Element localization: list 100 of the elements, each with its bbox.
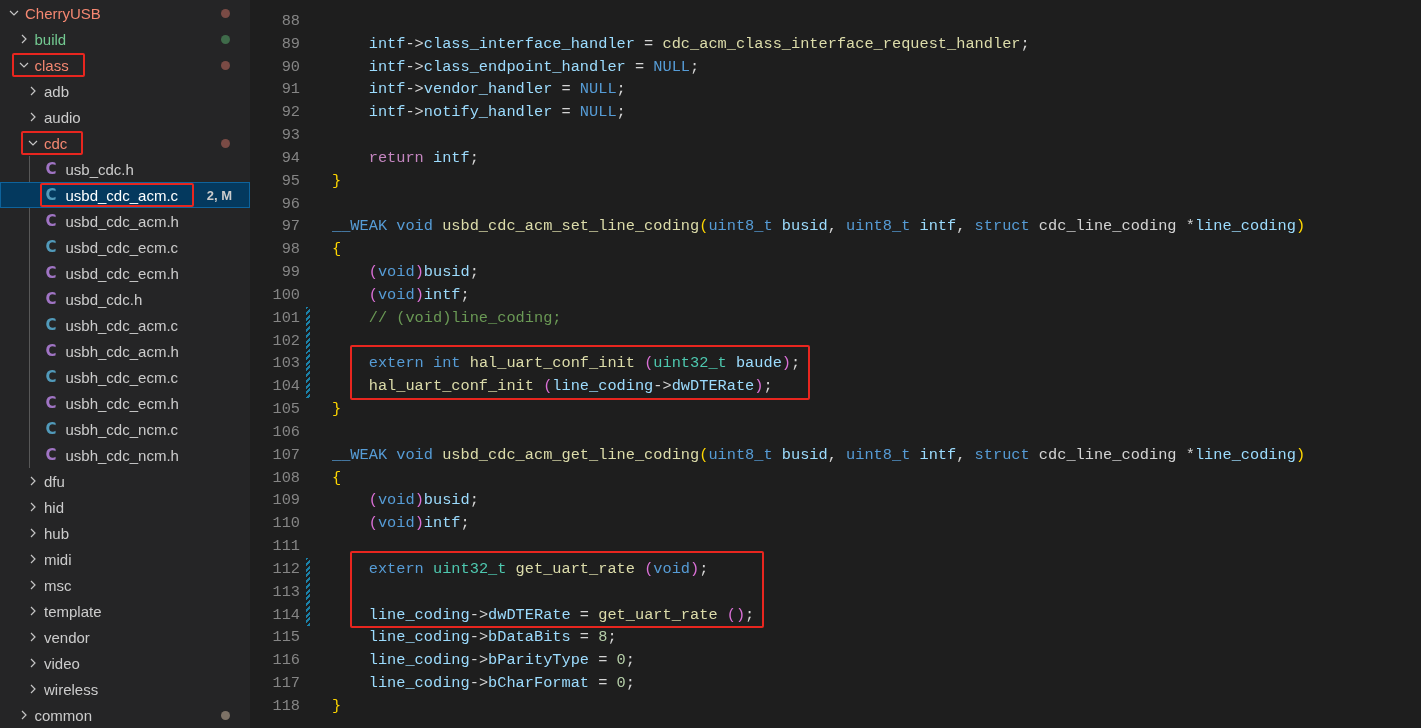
c-file-icon: C bbox=[45, 264, 58, 282]
c-file-icon: C bbox=[45, 368, 58, 386]
tree-row[interactable]: hub bbox=[0, 520, 250, 546]
c-file-icon: C bbox=[45, 160, 58, 178]
code-line: line_coding->bParityType = 0; bbox=[367, 651, 635, 670]
code-line: intf->vendor_handler = NULL; bbox=[367, 80, 626, 99]
line-number: 107 bbox=[271, 444, 300, 466]
tree-row[interactable]: C usbh_cdc_ncm.h bbox=[0, 442, 250, 468]
code-line: line_coding->dwDTERate = get_uart_rate (); bbox=[367, 605, 755, 624]
file-status-label: 2, M bbox=[206, 187, 232, 203]
line-number: 116 bbox=[271, 650, 300, 672]
c-file-icon: C bbox=[45, 342, 58, 360]
line-number: 102 bbox=[271, 330, 300, 352]
code-line: intf->class_interface_handler = cdc_acm_class_interface_request_handler; bbox=[367, 34, 1030, 53]
line-number: 115 bbox=[271, 627, 300, 649]
line-number: 113 bbox=[271, 581, 300, 603]
line-number: 118 bbox=[271, 695, 300, 717]
tree-row[interactable]: wireless bbox=[0, 676, 250, 702]
line-number: 91 bbox=[280, 79, 300, 101]
c-file-icon: C bbox=[45, 420, 58, 438]
tree-item-label: usbd_cdc_ecm.h bbox=[65, 264, 179, 282]
code-line: { bbox=[332, 240, 342, 259]
c-file-icon: C bbox=[45, 238, 58, 256]
tree-row[interactable]: vendor bbox=[0, 624, 250, 650]
tree-row[interactable]: cdc bbox=[0, 130, 250, 156]
tree-row[interactable]: C usbd_cdc_acm.h bbox=[0, 208, 250, 234]
line-number: 88 bbox=[280, 11, 300, 32]
code-line: return intf; bbox=[367, 148, 479, 167]
line-number: 106 bbox=[271, 421, 300, 443]
tree-row[interactable]: class bbox=[0, 52, 250, 78]
line-number: 108 bbox=[271, 467, 300, 489]
c-file-icon: C bbox=[45, 212, 58, 230]
code-line: line_coding->bDataBits = 8; bbox=[367, 628, 617, 647]
tree-row[interactable]: msc bbox=[0, 572, 250, 598]
tree-item-label: cdc bbox=[44, 134, 68, 152]
tree-item-label: video bbox=[44, 654, 80, 672]
tree-row[interactable]: template bbox=[0, 598, 250, 624]
code-line: extern uint32_t get_uart_rate (void); bbox=[367, 559, 709, 578]
tree-row[interactable]: hid bbox=[0, 494, 250, 520]
tree-row[interactable]: C usbd_cdc.h bbox=[0, 286, 250, 312]
code-line: } bbox=[332, 696, 342, 715]
code-line: (void)busid; bbox=[367, 491, 479, 510]
code-line: (void)busid; bbox=[367, 263, 479, 282]
tree-row[interactable]: C usbd_cdc_ecm.h bbox=[0, 260, 250, 286]
tree-row[interactable]: C usbh_cdc_acm.h bbox=[0, 338, 250, 364]
tree-item-label: usbd_cdc_acm.h bbox=[65, 212, 179, 230]
line-number: 90 bbox=[280, 56, 300, 78]
tree-row[interactable]: video bbox=[0, 650, 250, 676]
line-number: 103 bbox=[271, 353, 300, 375]
line-number: 95 bbox=[280, 170, 300, 192]
tree-item-label: usbh_cdc_ecm.h bbox=[65, 394, 179, 412]
line-number: 111 bbox=[271, 536, 300, 558]
tree-item-label: hub bbox=[44, 524, 70, 542]
tree-item-label: dfu bbox=[44, 472, 65, 490]
c-file-icon: C bbox=[45, 290, 58, 308]
tree-item-label: class bbox=[34, 56, 69, 74]
tree-row[interactable]: midi bbox=[0, 546, 250, 572]
code-line: extern int hal_uart_conf_init (uint32_t baude); bbox=[367, 354, 801, 373]
line-number: 109 bbox=[271, 490, 300, 512]
line-number: 101 bbox=[271, 307, 300, 329]
tree-item-label: msc bbox=[44, 576, 72, 594]
tree-row[interactable]: build bbox=[0, 26, 250, 52]
code-line: { bbox=[332, 468, 342, 487]
tree-item-label: usbh_cdc_ncm.c bbox=[65, 420, 179, 438]
tree-row[interactable]: C usbd_cdc_ecm.c bbox=[0, 234, 250, 260]
line-number: 105 bbox=[271, 399, 300, 421]
line-number: 89 bbox=[280, 33, 300, 55]
tree-item-label: usbh_cdc_acm.c bbox=[65, 316, 179, 334]
code-line: __WEAK void usbd_cdc_acm_get_line_coding(uint8_t busid, uint8_t intf, struct cdc_line_coding *line_coding) bbox=[332, 445, 1306, 464]
code-line: (void)intf; bbox=[367, 285, 470, 304]
line-number: 94 bbox=[280, 147, 300, 169]
tree-item-label: audio bbox=[44, 108, 81, 126]
tree-item-label: usbh_cdc_ecm.c bbox=[65, 368, 179, 386]
line-number: 104 bbox=[271, 376, 300, 398]
code-line: } bbox=[332, 400, 342, 419]
line-number: 114 bbox=[271, 604, 300, 626]
tree-row[interactable]: common bbox=[0, 702, 250, 728]
code-line: hal_uart_conf_init (line_coding->dwDTERate); bbox=[367, 377, 773, 396]
tree-item-label: usbd_cdc_ecm.c bbox=[65, 238, 179, 256]
tree-row[interactable]: adb bbox=[0, 78, 250, 104]
tree-row[interactable]: C usb_cdc.h bbox=[0, 156, 250, 182]
tree-item-label: midi bbox=[44, 550, 72, 568]
tree-row[interactable]: C usbh_cdc_ecm.c bbox=[0, 364, 250, 390]
tree-row[interactable]: C usbh_cdc_acm.c bbox=[0, 312, 250, 338]
tree-row[interactable]: dfu bbox=[0, 468, 250, 494]
line-number: 110 bbox=[271, 513, 300, 535]
tree-item-label: wireless bbox=[44, 680, 99, 698]
tree-row[interactable]: audio bbox=[0, 104, 250, 130]
tree-item-label: template bbox=[44, 602, 102, 620]
c-file-icon: C bbox=[45, 186, 58, 204]
tree-item-label: hid bbox=[44, 498, 65, 516]
tree-item-label: usbh_cdc_ncm.h bbox=[65, 446, 179, 464]
tree-item-label: vendor bbox=[44, 628, 90, 646]
tree-row[interactable]: C usbd_cdc_acm.c 2, M bbox=[0, 182, 250, 208]
tree-row[interactable]: CherryUSB bbox=[0, 0, 250, 26]
code-line: (void)intf; bbox=[367, 514, 470, 533]
tree-item-label: build bbox=[34, 30, 67, 48]
line-number: 92 bbox=[280, 102, 300, 124]
tree-row[interactable]: C usbh_cdc_ecm.h bbox=[0, 390, 250, 416]
tree-row[interactable]: C usbh_cdc_ncm.c bbox=[0, 416, 250, 442]
